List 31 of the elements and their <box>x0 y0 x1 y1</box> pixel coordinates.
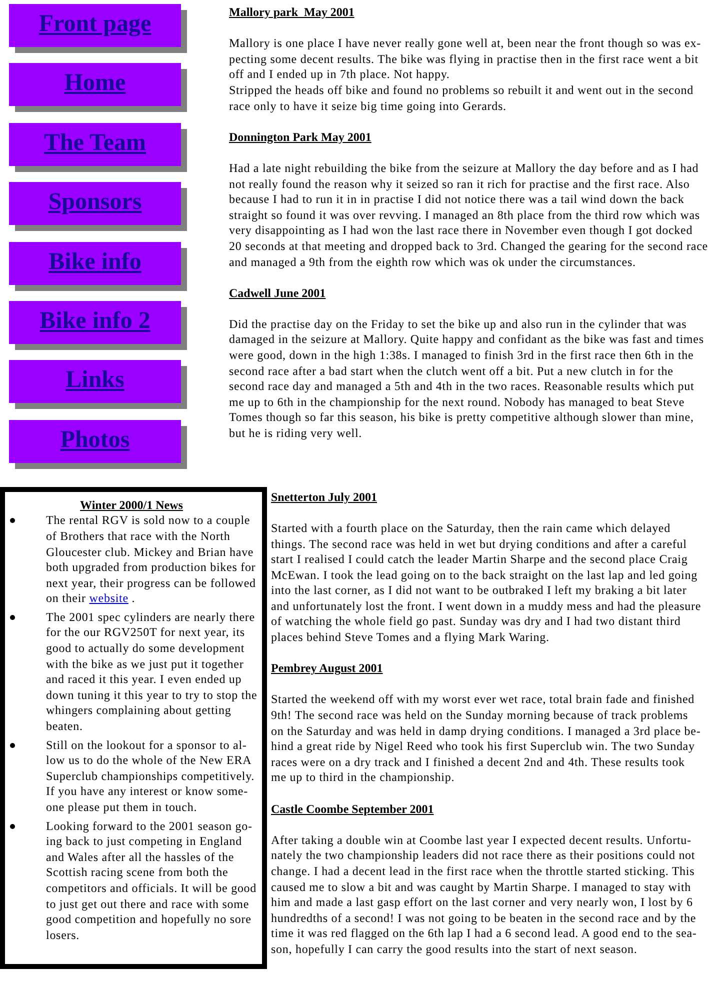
report-paragraph: Did the practise day on the Friday to set the bike up and also run in the cylinder that was damaged in the seizure at Mallory. Quite happy and confidant as the bike was fast and times were good, down in the high 1:38s. I managed to finish 3rd in the first race then 6th in the second race after a bad start when the clutch went off a bit. Put a new clutch in for the second race day and managed a 5th and 4th in the two races. Reasonable results which put me up to 6th in the championship for the next round. Nobody has managed to beat Steve Tomes though so far this season, his bike is pretty competitive although slower than mine, but he is riding very well. <box>229 316 705 442</box>
nav-button[interactable]: Home <box>9 63 187 112</box>
bullet-icon <box>10 824 15 829</box>
report-paragraph: Started with a fourth place on the Saturday, then the rain came which delayed things. The second race was held in wet but drying conditions and after a careful start I realised I could catch the leader Martin Sharpe and the second place Craig McEwan. I took the lead going on to the back straight on the last lap and led going into the last corner, as I did not want to be outbraked I left my braking a bit later and unfortunately lost the front. I went down in a muddy mess and had the pleasure of watching the whole field go past. Sunday was dry and I had two distant third places behind Steve Tomes and a flying Mark Waring. <box>271 520 702 646</box>
bullet-icon <box>10 614 15 620</box>
news-item-text: Still on the lookout for a sponsor to al-low us to do the whole of the New ERA Superclub championships competitively. If you have any interest or know some-one please put them in touch. <box>46 738 256 816</box>
nav-button[interactable]: The Team <box>9 122 187 172</box>
nav-button[interactable]: Front page <box>9 4 187 53</box>
news-item-text: The rental RGV is sold now to a couple of Brothers that race with the North Gloucester club. Mickey and Brian have both upgraded from production bikes for next year, their progress can be followed on their website . <box>46 513 257 607</box>
website-link[interactable]: website <box>89 591 128 606</box>
nav-button[interactable]: Links <box>9 360 187 410</box>
section-heading: Cadwell June 2001 <box>229 286 327 302</box>
news-item-text: The 2001 spec cylinders are nearly there for the our RGV250T for next year, its good to actually do some development with the bike as we just put it together and raced it this year. I even ended up down tuning it this year to try to stop the whingers complaining about getting beaten. <box>46 610 258 735</box>
section-heading: Castle Coombe September 2001 <box>271 802 435 818</box>
nav-button[interactable]: Photos <box>9 420 187 469</box>
news-item-text: Looking forward to the 2001 season go-ing back to just competing in England and Wales after all the hassles of the Scottish racing scene from both the competitors and officials. It will be good to just get out there and race with some good competition and hopefully no sore losers. <box>46 818 258 944</box>
section-heading: Donnington Park May 2001 <box>229 130 372 146</box>
report-paragraph: Had a late night rebuilding the bike from the seizure at Mallory the day before and as I had not really found the reason why it seized so ran it rich for practise and the first race. Also because I had to run it in in practise I did not notice there was a tail wind down the back straight so found it was over revving. I managed an 8th place from the third row which was very disappointing as I had won the last race there in November even though I got docked 20 seconds at that meeting and dropped back to 3rd. Changed the gearing for the second race and managed a 9th from the eighth row which was ok under the circumstances. <box>229 160 708 270</box>
section-heading: Pembrey August 2001 <box>271 661 384 677</box>
nav-button[interactable]: Sponsors <box>9 182 187 232</box>
nav-button[interactable]: Bike info <box>9 242 187 291</box>
report-paragraph: Stripped the heads off bike and found no problems so rebuilt it and went out in the second race only to have it seize big time going into Gerards. <box>229 82 694 114</box>
news-title: Winter 2000/1 News <box>79 498 184 514</box>
section-heading: Mallory park May 2001 <box>229 5 356 21</box>
bullet-icon <box>10 742 15 748</box>
section-heading: Snetterton July 2001 <box>271 490 378 506</box>
bullet-icon <box>10 518 15 524</box>
report-paragraph: After taking a double win at Coombe last year I expected decent results. Unfortu-nately the two championship leaders did not race there as their positions could not change. I had a decent lead in the first race when the throttle started sticking. This caused me to slow a bit and was caught by Martin Sharpe. I managed to stay with him and made a last gasp effort on the last corner and very nearly won, I lost by 6 hundredths of a second! I was not going to be beaten in the second race and by the time it was red flagged on the 6th lap I had a 6 second lead. A good end to the sea-son, hopefully I can carry the good results into the start of next season. <box>271 832 698 958</box>
report-paragraph: Mallory is one place I have never really gone well at, been near the front though so was ex-pecting some decent results. The bike was flying in practise then in the first race went a bit off and I ended up in 7th place. Not happy. <box>229 36 702 83</box>
report-paragraph: Started the weekend off with my worst ever wet race, total brain fade and finished 9th! The second race was held on the Sunday morning because of track problems on the Saturday and was held in damp drying conditions. I managed a 3rd place be-hind a great ride by Nigel Reed who took his first Superclub win. The two Sunday races were on a dry track and I finished a decent 2nd and 4th. These results took me up to third in the championship. <box>271 692 702 786</box>
nav-button[interactable]: Bike info 2 <box>9 300 187 350</box>
